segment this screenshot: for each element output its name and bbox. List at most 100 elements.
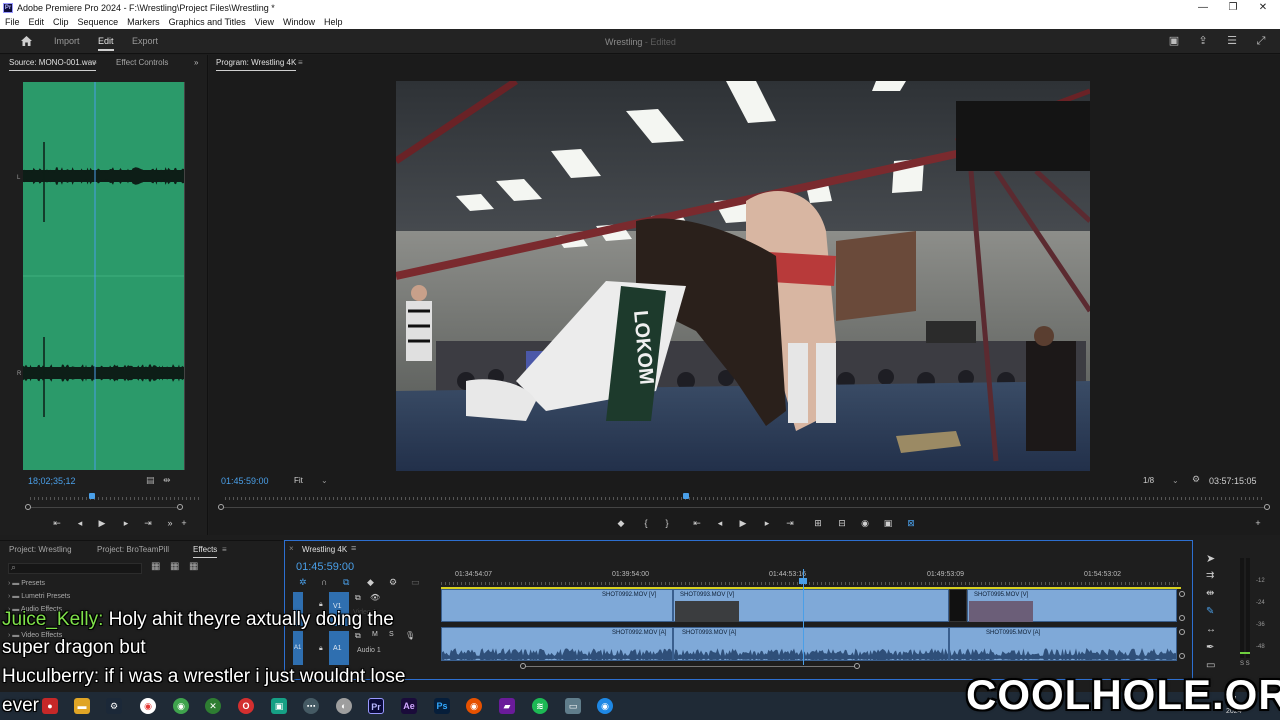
tab-effects[interactable]: Effects xyxy=(193,542,218,558)
scroll-handle-left[interactable] xyxy=(520,663,526,669)
add-marker-icon[interactable]: ◆ xyxy=(615,517,627,529)
share-icon[interactable]: ⇪ xyxy=(1196,35,1210,47)
app-icon[interactable]: ◐ xyxy=(336,698,352,714)
program-zoom-bar[interactable] xyxy=(224,507,1264,508)
solo-button[interactable]: S xyxy=(389,631,394,638)
premiere-pro-icon[interactable]: Pr xyxy=(368,698,384,714)
video-clip[interactable]: SHOT0993.MOV [V] xyxy=(673,589,949,622)
effects-search-input[interactable]: ⌕ xyxy=(8,562,142,574)
firefox-icon[interactable]: ◉ xyxy=(466,698,482,714)
resolution-dropdown[interactable]: 1/8 ⌄ xyxy=(1140,474,1182,487)
source-settings-icon[interactable]: ▤ xyxy=(146,475,155,486)
menu-view[interactable]: View xyxy=(255,17,274,27)
source-step-forward-icon[interactable]: ▸ xyxy=(120,517,132,529)
step-forward-icon[interactable]: ▸ xyxy=(761,517,773,529)
program-timecode[interactable]: 01:45:59:00 xyxy=(221,476,269,486)
program-add-button-icon[interactable]: + xyxy=(1252,517,1264,529)
wrench-icon[interactable]: ⚙ xyxy=(1192,474,1200,485)
tab-source[interactable]: Source: MONO-001.wav xyxy=(9,55,97,71)
track-height-handle[interactable] xyxy=(1179,591,1185,597)
mark-in-icon[interactable]: { xyxy=(640,517,652,529)
selection-tool-icon[interactable]: ➤ xyxy=(1206,552,1215,565)
effects-tree-presets[interactable]: › ▬ Presets xyxy=(8,580,45,587)
timeline-tab[interactable]: Wrestling 4K xyxy=(302,545,347,554)
source-mark-out-icon[interactable]: ⇥ xyxy=(142,517,154,529)
lock-icon[interactable]: 🔒︎ xyxy=(319,601,323,609)
home-icon[interactable] xyxy=(20,35,33,47)
track-height-handle[interactable] xyxy=(1179,615,1185,621)
source-zoom-right[interactable] xyxy=(177,504,183,510)
menu-sequence[interactable]: Sequence xyxy=(78,17,119,27)
panel-layout-icon[interactable]: ▣ xyxy=(1167,35,1181,47)
eye-icon[interactable]: 👁︎ xyxy=(370,593,380,602)
menu-help[interactable]: Help xyxy=(324,17,343,27)
track-height-handle[interactable] xyxy=(1179,629,1185,635)
nest-icon[interactable]: ✲ xyxy=(299,577,307,588)
source-mark-in-icon[interactable]: ⇤ xyxy=(51,517,63,529)
accelerated-effects-icon[interactable]: ▦ xyxy=(151,561,160,572)
rectangle-tool-icon[interactable]: ▭ xyxy=(1206,660,1215,671)
app-icon[interactable]: ▣ xyxy=(271,698,287,714)
ripple-edit-icon[interactable]: ⇹ xyxy=(1206,588,1214,599)
close-button[interactable]: ✕ xyxy=(1248,0,1278,15)
mark-out-icon[interactable]: } xyxy=(661,517,673,529)
app-icon[interactable]: ▭ xyxy=(565,698,581,714)
source-step-back-icon[interactable]: ◂ xyxy=(74,517,86,529)
export-frame-icon[interactable]: ◉ xyxy=(859,517,871,529)
menu-edit[interactable]: Edit xyxy=(29,17,45,27)
timeline-timecode[interactable]: 01:45:59:00 xyxy=(296,561,354,573)
source-play-icon[interactable]: ▶ xyxy=(96,517,108,529)
minimize-button[interactable]: — xyxy=(1188,0,1218,15)
linked-selection-icon[interactable]: ⧉ xyxy=(343,577,349,588)
track-height-handle[interactable] xyxy=(1179,653,1185,659)
source-fit-icon[interactable]: ⇹ xyxy=(163,475,171,486)
timeline-marker-icon[interactable]: ◆ xyxy=(367,577,374,588)
video-clip[interactable]: SHOT0992.MOV [V] xyxy=(441,589,673,622)
32bit-effects-icon[interactable]: ▦ xyxy=(170,561,179,572)
menu-markers[interactable]: Markers xyxy=(127,17,160,27)
close-icon[interactable]: × xyxy=(289,544,294,553)
meter-solo-buttons[interactable]: S S xyxy=(1240,661,1250,667)
track-select-icon[interactable]: ⇉ xyxy=(1206,570,1214,581)
tab-project-broteampill[interactable]: Project: BroTeamPill xyxy=(97,542,169,558)
xbox-icon[interactable]: ✕ xyxy=(205,698,221,714)
tab-effect-controls[interactable]: Effect Controls xyxy=(116,55,168,71)
app-icon[interactable]: ◉ xyxy=(597,698,613,714)
after-effects-icon[interactable]: Ae xyxy=(401,698,417,714)
source-scrollbar[interactable] xyxy=(184,82,185,470)
go-to-in-icon[interactable]: ⇤ xyxy=(691,517,703,529)
panel-overflow-icon[interactable]: » xyxy=(194,55,198,71)
clip-area[interactable]: SHOT0992.MOV [V] SHOT0993.MOV [V] SHOT09… xyxy=(441,569,1181,665)
microphone-icon[interactable]: 🎙︎ xyxy=(405,631,415,640)
fullscreen-icon[interactable]: ⤢ xyxy=(1254,35,1268,47)
effects-menu-icon[interactable]: ≡ xyxy=(222,542,227,558)
step-back-icon[interactable]: ◂ xyxy=(714,517,726,529)
effects-tree-lumetri[interactable]: › ▬ Lumetri Presets xyxy=(8,593,70,600)
tab-export[interactable]: Export xyxy=(132,36,158,46)
workspace-menu-icon[interactable]: ☰ xyxy=(1225,35,1239,47)
opera-icon[interactable]: O xyxy=(238,698,254,714)
taskbar-app-icon[interactable]: ● xyxy=(42,698,58,714)
a1-source-patch[interactable]: A1 xyxy=(293,631,303,665)
tab-import[interactable]: Import xyxy=(54,36,80,46)
fit-dropdown[interactable]: Fit ⌄ xyxy=(290,474,332,487)
play-icon[interactable]: ▶ xyxy=(737,517,749,529)
steam-icon[interactable]: ⚙ xyxy=(106,698,122,714)
twitch-icon[interactable]: ▰ xyxy=(499,698,515,714)
source-more-icon[interactable]: » xyxy=(164,517,176,529)
source-playhead[interactable] xyxy=(89,493,95,499)
extract-icon[interactable]: ⊟ xyxy=(836,517,848,529)
program-zoom-right[interactable] xyxy=(1264,504,1270,510)
lock-icon[interactable]: 🔒︎ xyxy=(319,645,323,653)
playhead-handle[interactable] xyxy=(799,578,807,584)
mute-button[interactable]: M xyxy=(372,631,378,638)
file-explorer-icon[interactable]: ▬ xyxy=(74,698,90,714)
spotify-icon[interactable]: ≋ xyxy=(532,698,548,714)
black-gap-clip[interactable] xyxy=(949,589,967,622)
pen-tool-icon[interactable]: ✒ xyxy=(1206,642,1214,653)
yuv-effects-icon[interactable]: ▦ xyxy=(189,561,198,572)
audio-waveform[interactable] xyxy=(23,82,185,470)
source-menu-icon[interactable]: ≡ xyxy=(92,55,97,71)
go-to-out-icon[interactable]: ⇥ xyxy=(784,517,796,529)
a1-track-target[interactable]: A1 xyxy=(329,631,349,665)
